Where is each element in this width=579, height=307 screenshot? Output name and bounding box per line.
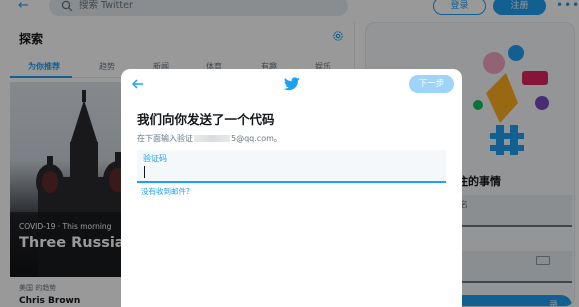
next-button[interactable]: 下一步: [409, 75, 454, 93]
back-arrow-icon[interactable]: [131, 77, 145, 91]
masked-email-part: [194, 135, 230, 142]
dialog-title: 我们向你发送了一个代码: [137, 112, 275, 127]
desc-prefix: 在下面输入验证: [137, 134, 193, 143]
twitter-bird-icon: [284, 77, 300, 91]
dialog-description: 在下面输入验证 5@qq.com。: [137, 133, 282, 144]
verification-code-input[interactable]: [143, 163, 433, 179]
verification-code-field[interactable]: 验证码: [137, 150, 446, 183]
resend-email-link[interactable]: 没有收到邮件?: [141, 186, 190, 197]
text-caret: [144, 166, 145, 178]
desc-suffix: 5@qq.com。: [231, 134, 282, 143]
verification-dialog: 下一步 我们向你发送了一个代码 在下面输入验证 5@qq.com。 验证码 没有收…: [121, 69, 462, 307]
